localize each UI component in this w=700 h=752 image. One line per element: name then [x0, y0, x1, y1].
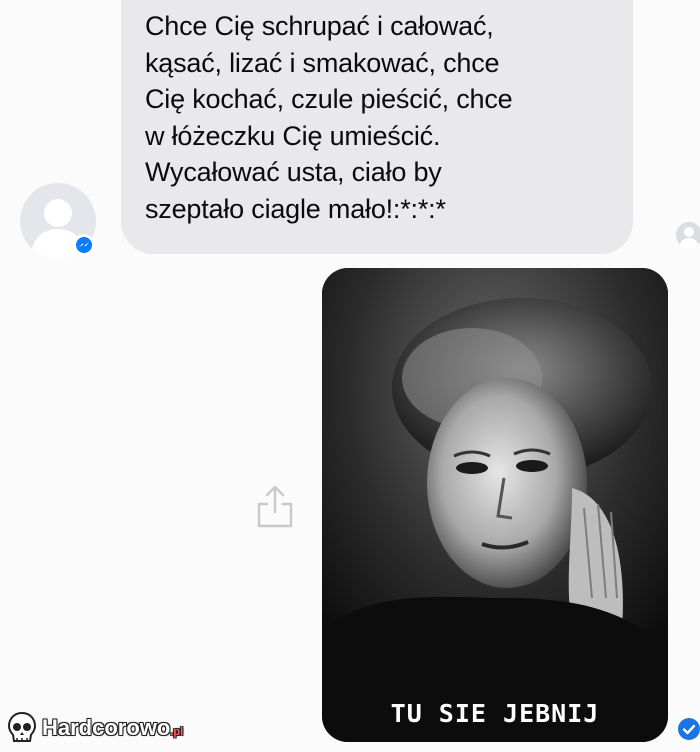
partial-avatar	[676, 222, 700, 248]
sent-image[interactable]: TU SIE JEBNIJ	[322, 268, 668, 742]
watermark-brand: Hardcorowo	[42, 715, 171, 740]
seen-check-icon	[678, 718, 700, 740]
messenger-icon	[76, 237, 92, 253]
messenger-badge	[73, 234, 95, 256]
incoming-message-bubble[interactable]: Chce Cię schrupać i całować, kąsać, liza…	[121, 0, 633, 254]
portrait-photo	[322, 268, 668, 742]
watermark-tld: .pl	[170, 726, 184, 738]
incoming-message-text: Chce Cię schrupać i całować, kąsać, liza…	[145, 11, 513, 224]
watermark-text: Hardcorowo.pl	[42, 715, 183, 741]
skull-logo-icon	[7, 711, 37, 742]
share-icon[interactable]	[253, 482, 297, 530]
image-caption: TU SIE JEBNIJ	[390, 699, 600, 728]
